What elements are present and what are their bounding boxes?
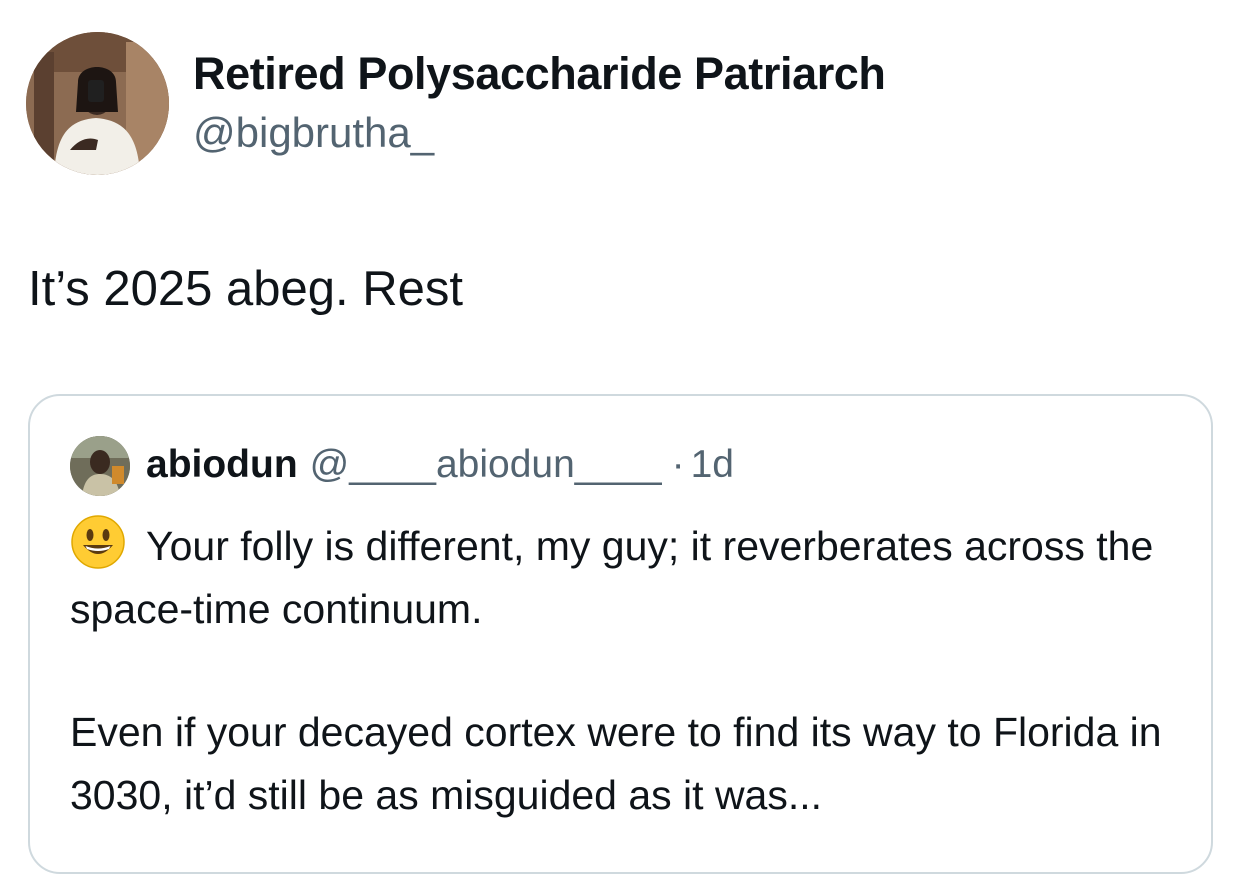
quoted-tweet-card[interactable]: abiodun @____abiodun____ · 1d Your folly… [28,394,1213,874]
author-handle[interactable]: @bigbrutha_ [193,109,434,157]
quoted-author-avatar[interactable] [70,436,130,496]
quoted-author-name[interactable]: abiodun [146,443,298,487]
avatar-photo [26,32,169,175]
author-avatar[interactable] [26,32,169,175]
quoted-author-handle[interactable]: @____abiodun____ [310,443,662,487]
tweet-text: It’s 2025 abeg. Rest [28,262,463,316]
quoted-paragraph-2: Even if your decayed cortex were to find… [70,709,1162,818]
quoted-tweet-body: Your folly is different, my guy; it reve… [70,514,1190,827]
quoted-paragraph-1: Your folly is different, my guy; it reve… [70,514,1190,641]
quoted-tweet-timestamp[interactable]: 1d [691,443,734,487]
quoted-tweet-header: abiodun @____abiodun____ · 1d [146,440,734,490]
grinning-face-emoji-icon [70,514,126,570]
quoted-avatar-photo [70,436,130,496]
author-display-name[interactable]: Retired Polysaccharide Patriarch [193,48,886,100]
header-separator: · [671,443,685,486]
quoted-paragraph-1-text: Your folly is different, my guy; it reve… [70,523,1154,632]
